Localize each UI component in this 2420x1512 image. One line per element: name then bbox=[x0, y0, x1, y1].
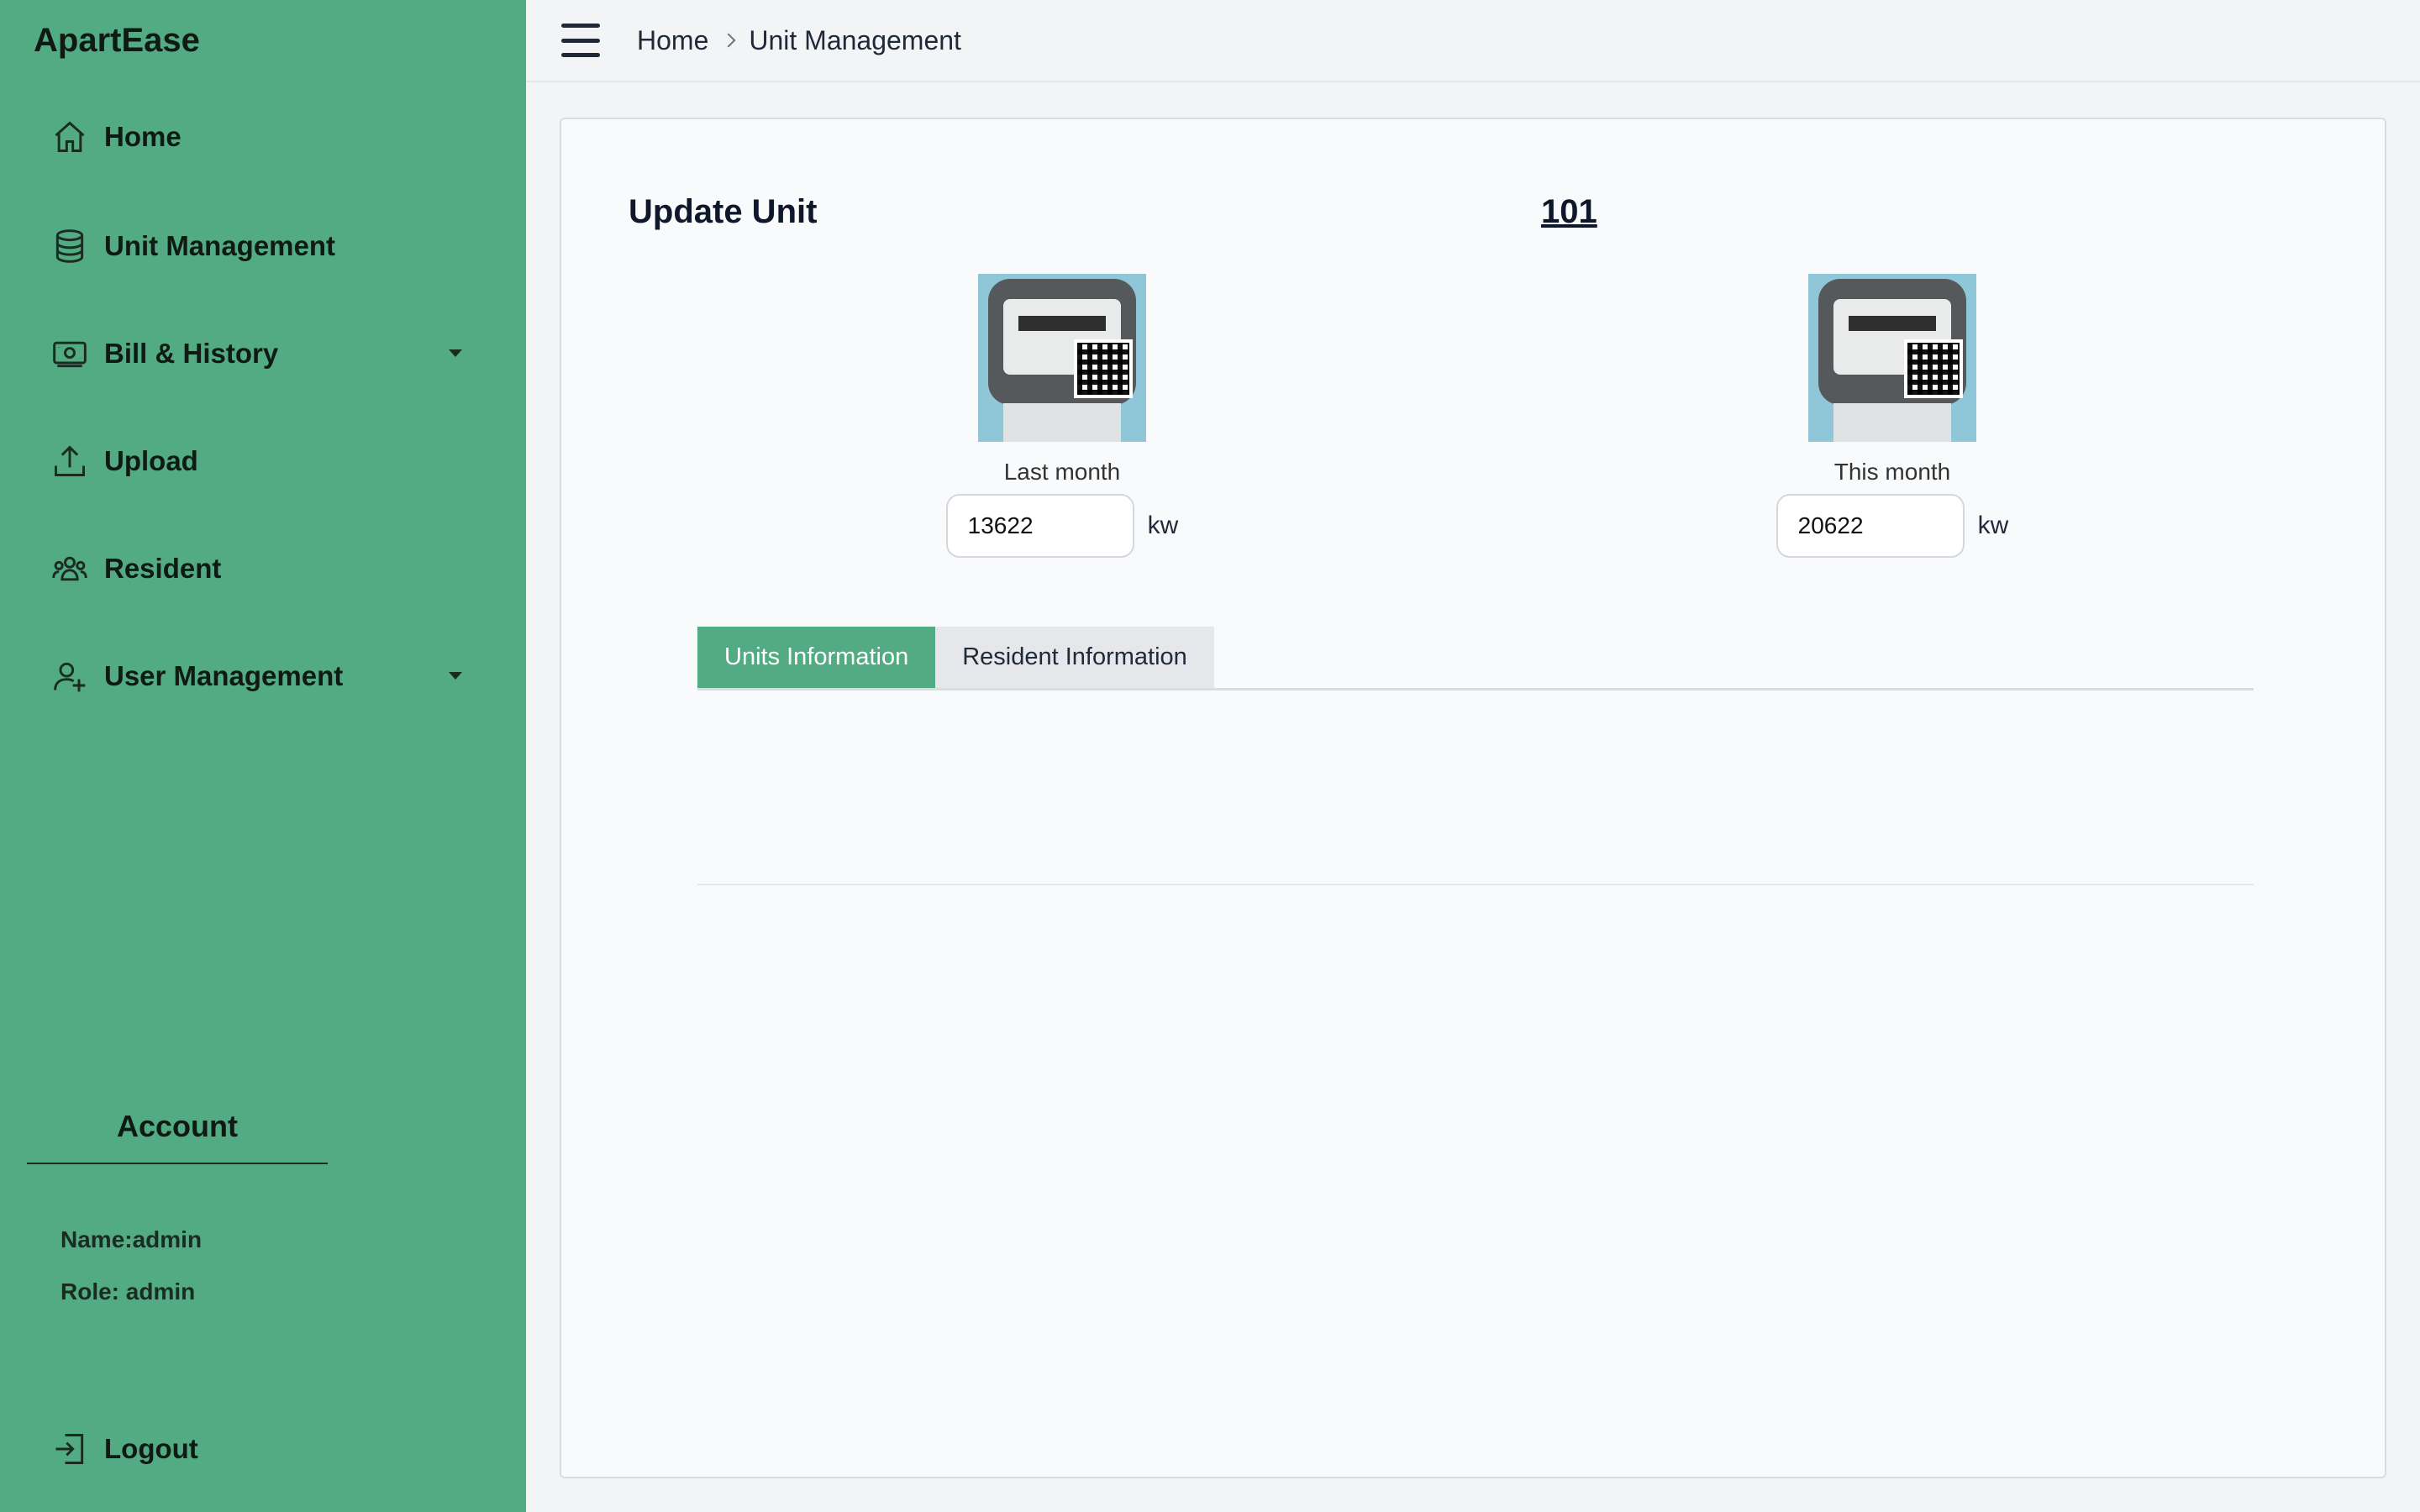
user-plus-icon bbox=[50, 657, 89, 696]
sidebar-item-label: Upload bbox=[104, 445, 198, 476]
caret-down-icon bbox=[449, 672, 462, 680]
meter-caption: Last month bbox=[1003, 459, 1121, 485]
breadcrumb-current: Unit Management bbox=[749, 24, 961, 55]
units-usage-row bbox=[697, 692, 2254, 885]
logout-label: Logout bbox=[104, 1433, 198, 1464]
logout-icon bbox=[50, 1430, 89, 1468]
breadcrumb-home[interactable]: Home bbox=[637, 25, 708, 56]
sidebar-item-label: Bill & History bbox=[104, 338, 279, 369]
sidebar-item-resident[interactable]: Resident bbox=[50, 539, 471, 598]
unit-number-link[interactable]: 101 bbox=[1541, 193, 1597, 231]
this-month-meter: This month kw bbox=[1749, 274, 2035, 558]
sidebar-item-label: Resident bbox=[104, 553, 222, 584]
top-bar: Home Unit Management bbox=[526, 0, 2420, 82]
last-month-reading-input[interactable] bbox=[945, 494, 1134, 558]
tab-resident-information[interactable]: Resident Information bbox=[935, 627, 1214, 688]
sidebar-item-label: Home bbox=[104, 121, 182, 152]
home-icon bbox=[50, 118, 89, 156]
reading-unit: kw bbox=[1147, 512, 1179, 539]
meter-photo[interactable] bbox=[978, 274, 1146, 442]
caret-down-icon bbox=[449, 349, 462, 357]
reading-unit: kw bbox=[1977, 512, 2009, 539]
brand-logo: ApartEase bbox=[34, 22, 200, 59]
tab-bar: Units Information Resident Information bbox=[697, 627, 2254, 690]
account-heading: Account bbox=[27, 1109, 328, 1164]
sidebar: ApartEase Home Unit Management Bill & Hi… bbox=[0, 0, 526, 1512]
meter-caption: This month bbox=[1833, 459, 1951, 485]
sidebar-item-bill-history[interactable]: Bill & History bbox=[50, 324, 471, 383]
sidebar-item-upload[interactable]: Upload bbox=[50, 432, 471, 491]
people-icon bbox=[50, 549, 89, 588]
chevron-right-icon bbox=[721, 33, 736, 48]
meter-photo[interactable] bbox=[1808, 274, 1976, 442]
account-name: Name:admin bbox=[60, 1226, 203, 1252]
last-month-meter: Last month kw bbox=[919, 274, 1205, 558]
page-title: Update Unit bbox=[629, 193, 818, 230]
sidebar-item-unit-management[interactable]: Unit Management bbox=[50, 217, 471, 276]
logout-button[interactable]: Logout bbox=[50, 1420, 471, 1478]
update-unit-card: Update Unit 101 Last month kw This month… bbox=[560, 118, 2386, 1478]
database-icon bbox=[50, 227, 89, 265]
this-month-reading-input[interactable] bbox=[1776, 494, 1965, 558]
menu-icon[interactable] bbox=[561, 24, 600, 57]
upload-icon bbox=[50, 442, 89, 480]
tab-units-information[interactable]: Units Information bbox=[697, 627, 936, 688]
sidebar-item-home[interactable]: Home bbox=[50, 108, 471, 166]
sidebar-item-label: User Management bbox=[104, 660, 344, 691]
sidebar-item-label: Unit Management bbox=[104, 230, 336, 261]
money-icon bbox=[50, 334, 89, 373]
account-role: Role: admin bbox=[60, 1278, 196, 1305]
sidebar-item-user-management[interactable]: User Management bbox=[50, 647, 471, 706]
